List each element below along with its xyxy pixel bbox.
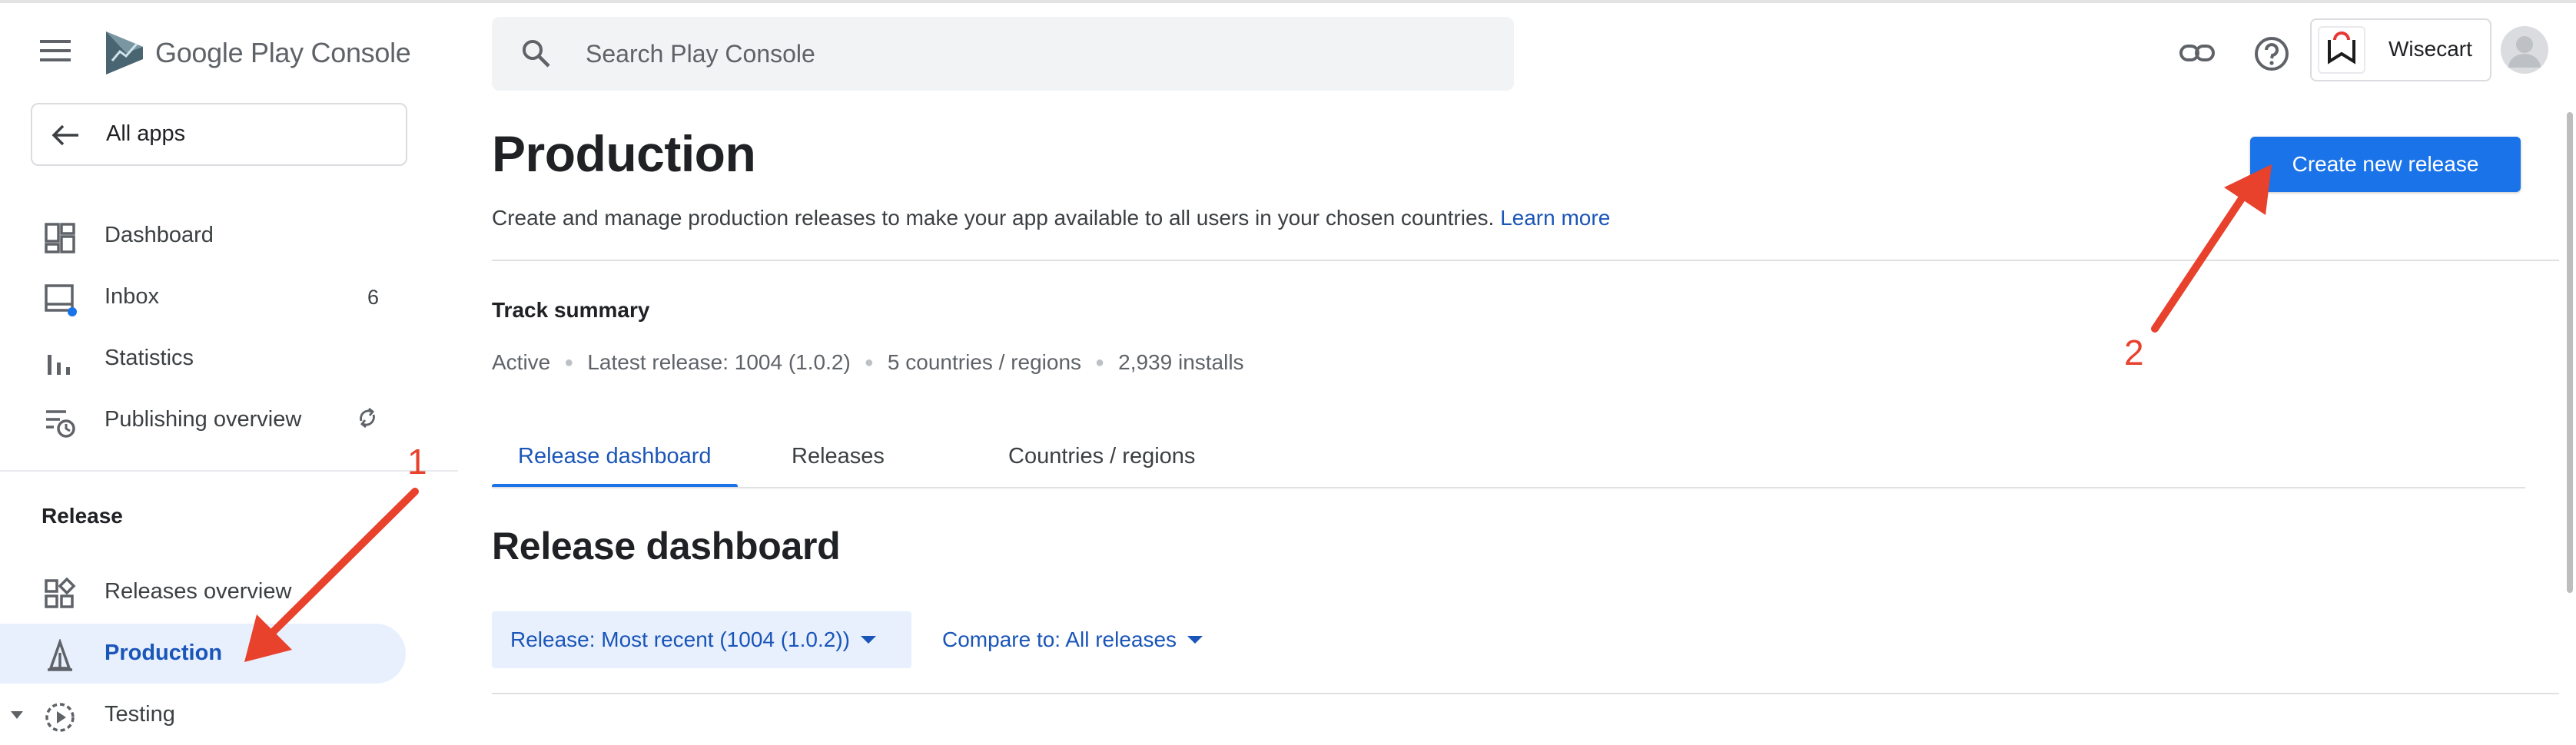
sidebar-item-publishing-overview[interactable]: Publishing overview	[0, 390, 406, 450]
publishing-icon	[46, 410, 75, 438]
separator-dot: ●	[1095, 353, 1105, 371]
installs-count: 2,939 installs	[1118, 350, 1244, 374]
tab-label: Release dashboard	[518, 444, 712, 469]
expand-caret-icon[interactable]	[9, 710, 25, 720]
inbox-count-badge: 6	[367, 286, 380, 309]
logo-text: Google Play Console	[155, 37, 411, 68]
menu-icon[interactable]	[40, 38, 83, 69]
filters-divider	[492, 693, 2559, 694]
search-bar[interactable]	[492, 17, 1514, 91]
sidebar-item-label: Publishing overview	[105, 407, 302, 432]
top-border	[0, 0, 2576, 3]
page-subtitle: Create and manage production releases to…	[492, 206, 1610, 230]
scrollbar[interactable]	[2567, 112, 2573, 593]
create-new-release-button[interactable]: Create new release	[2250, 137, 2521, 192]
learn-more-link[interactable]: Learn more	[1500, 206, 1610, 230]
sidebar-item-label: Dashboard	[105, 223, 214, 247]
separator-dot: ●	[864, 353, 874, 371]
help-icon[interactable]	[2252, 34, 2292, 74]
sidebar-item-production[interactable]: Production	[0, 624, 406, 684]
sidebar-divider	[0, 470, 458, 472]
sidebar-item-label: Releases overview	[105, 579, 292, 604]
release-filter-label: Release: Most recent (1004 (1.0.2))	[510, 627, 850, 651]
annotation-step-1: 1	[407, 442, 427, 482]
account-name: Wisecart	[2388, 37, 2472, 61]
chevron-down-icon	[1187, 636, 1203, 644]
sidebar-item-label: Statistics	[105, 346, 194, 370]
dashboard-icon	[45, 223, 75, 253]
release-filter-dropdown[interactable]: Release: Most recent (1004 (1.0.2))	[492, 611, 911, 668]
separator-dot: ●	[564, 353, 574, 371]
latest-release: Latest release: 1004 (1.0.2)	[587, 350, 851, 374]
search-icon	[523, 40, 550, 68]
section-title: Release dashboard	[492, 525, 841, 568]
testing-icon	[45, 703, 75, 732]
header-divider	[492, 260, 2559, 261]
tab-bar: Release dashboard Releases Countries / r…	[492, 435, 2525, 488]
play-console-logo[interactable]: Google Play Console	[103, 28, 411, 78]
compare-filter-label: Compare to: All releases	[942, 627, 1177, 651]
sidebar-item-releases-overview[interactable]: Releases overview	[0, 562, 406, 622]
tab-release-dashboard[interactable]: Release dashboard	[492, 435, 738, 488]
production-icon	[48, 639, 72, 671]
search-input[interactable]	[584, 35, 1471, 72]
track-summary-heading: Track summary	[492, 298, 650, 322]
compare-filter-dropdown[interactable]: Compare to: All releases	[924, 611, 1216, 668]
subtitle-text: Create and manage production releases to…	[492, 206, 1495, 230]
play-console-logo-icon	[106, 31, 143, 74]
app-logo	[2318, 26, 2365, 74]
sidebar-item-label: Testing	[105, 702, 175, 727]
sidebar-item-testing[interactable]: Testing	[0, 685, 406, 745]
sync-off-icon	[360, 407, 375, 429]
all-apps-button[interactable]: All apps	[31, 103, 407, 166]
tab-countries-regions[interactable]: Countries / regions	[984, 435, 1214, 488]
track-status: Active	[492, 350, 551, 374]
sidebar-item-dashboard[interactable]: Dashboard	[0, 206, 406, 266]
sidebar-item-label: Inbox	[105, 284, 159, 309]
chevron-down-icon	[860, 636, 876, 644]
account-switcher[interactable]: Wisecart	[2310, 18, 2491, 81]
all-apps-label: All apps	[106, 121, 186, 146]
releases-overview-icon	[45, 578, 76, 608]
tab-label: Releases	[792, 444, 885, 469]
avatar[interactable]	[2501, 26, 2548, 74]
sidebar-item-inbox[interactable]: Inbox 6	[0, 267, 406, 327]
tab-releases[interactable]: Releases	[776, 435, 930, 488]
inbox-icon	[45, 284, 77, 316]
sidebar-item-statistics[interactable]: Statistics	[0, 329, 406, 389]
countries-count: 5 countries / regions	[887, 350, 1082, 374]
tab-label: Countries / regions	[1008, 444, 1196, 469]
release-section-heading: Release	[41, 504, 123, 528]
bar-chart-icon	[48, 355, 70, 375]
track-summary-row: Active ● Latest release: 1004 (1.0.2) ● …	[492, 350, 1244, 375]
arrow-back-icon	[51, 124, 78, 146]
link-icon[interactable]	[2178, 34, 2218, 74]
page-title: Production	[492, 125, 756, 182]
sidebar-item-label: Production	[105, 641, 223, 665]
tabs-divider	[492, 487, 2525, 488]
annotation-step-2: 2	[2124, 333, 2144, 372]
